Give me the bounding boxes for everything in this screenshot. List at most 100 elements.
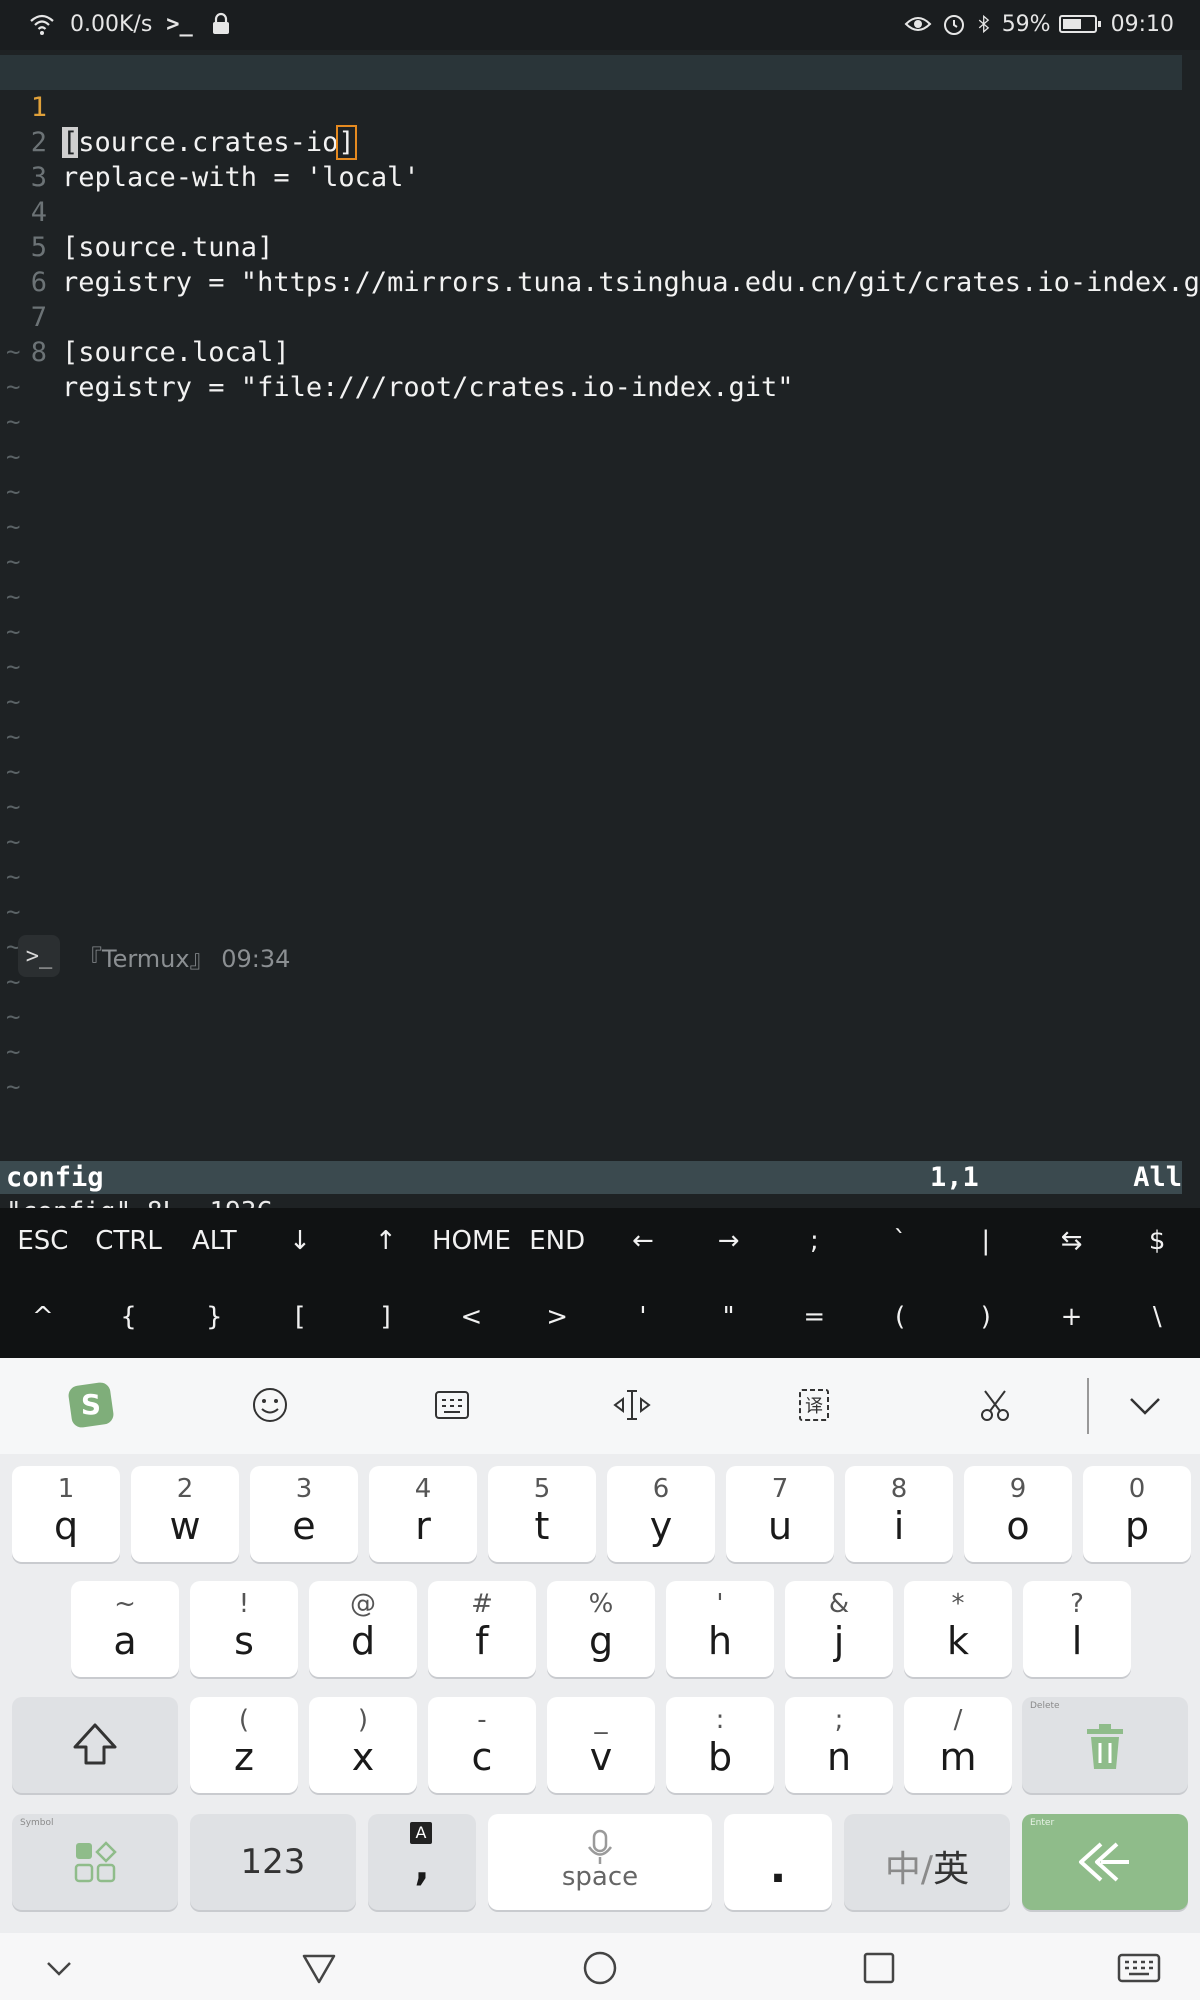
extra-key[interactable]: ↑	[343, 1226, 429, 1256]
key-secondary-label: 2	[176, 1474, 194, 1504]
extra-key[interactable]: ⇆	[1029, 1226, 1115, 1256]
key-label: s	[234, 1619, 254, 1663]
extra-key[interactable]: ]	[343, 1302, 429, 1332]
extra-key[interactable]: HOME	[429, 1226, 515, 1256]
extra-key[interactable]: )	[943, 1302, 1029, 1332]
emoji-icon[interactable]	[245, 1380, 295, 1430]
recents-icon[interactable]	[856, 1945, 902, 1991]
extra-key[interactable]: $	[1114, 1226, 1200, 1256]
letter-key[interactable]: ~ a	[71, 1581, 179, 1677]
keyboard-layout-icon[interactable]	[427, 1380, 477, 1430]
termux-notification-toast: >_ 『Termux』 09:34	[18, 933, 290, 979]
extra-key[interactable]: ↓	[257, 1226, 343, 1256]
extra-key[interactable]: "	[686, 1302, 772, 1332]
editor-line[interactable]: 7 [source.local]	[0, 265, 1182, 368]
extra-key[interactable]: <	[429, 1302, 515, 1332]
editor-line[interactable]: 8 registry = "file:///root/crates.io-ind…	[0, 300, 1182, 403]
hide-keyboard-icon[interactable]	[36, 1945, 82, 1991]
letter-key[interactable]: :b	[666, 1697, 774, 1793]
letter-key[interactable]: ' h	[666, 1581, 774, 1677]
symbol-key[interactable]: Symbol	[12, 1814, 178, 1910]
letter-key[interactable]: -c	[428, 1697, 536, 1793]
extra-key[interactable]: ^	[0, 1302, 86, 1332]
editor-line[interactable]: 4 [source.tuna]	[0, 160, 1182, 263]
comma-key[interactable]: A ,	[368, 1814, 476, 1910]
delete-key[interactable]: Delete	[1022, 1697, 1188, 1793]
language-switch-key[interactable]: 中/英	[844, 1814, 1010, 1910]
home-icon[interactable]	[577, 1945, 623, 1991]
letter-key[interactable]: 6y	[607, 1466, 715, 1562]
cursor-move-icon[interactable]	[607, 1380, 657, 1430]
letter-key[interactable]: # f	[428, 1581, 536, 1677]
letter-key[interactable]: ; n	[785, 1697, 893, 1793]
letter-key[interactable]: ! s	[190, 1581, 298, 1677]
letter-key[interactable]: 4r	[369, 1466, 477, 1562]
letter-key[interactable]: 3e	[250, 1466, 358, 1562]
letter-key[interactable]: ) x	[309, 1697, 417, 1793]
sogou-logo-icon[interactable]: S	[66, 1380, 116, 1430]
key-label: e	[292, 1504, 316, 1548]
letter-key[interactable]: * k	[904, 1581, 1012, 1677]
letter-key[interactable]: / m	[904, 1697, 1012, 1793]
extra-key[interactable]: |	[943, 1226, 1029, 1256]
letter-key[interactable]: _ v	[547, 1697, 655, 1793]
empty-line-marker: ~	[6, 1038, 21, 1066]
shift-key[interactable]	[12, 1697, 178, 1793]
extra-key[interactable]: >	[514, 1302, 600, 1332]
letter-key[interactable]: (z	[190, 1697, 298, 1793]
extra-key[interactable]: \	[1114, 1302, 1200, 1332]
letter-key[interactable]: 8i	[845, 1466, 953, 1562]
letter-key[interactable]: ? l	[1023, 1581, 1131, 1677]
extra-key[interactable]: =	[771, 1302, 857, 1332]
letter-key[interactable]: % g	[547, 1581, 655, 1677]
extra-key[interactable]: ;	[771, 1226, 857, 1256]
extra-key[interactable]: `	[857, 1226, 943, 1256]
extra-key[interactable]: +	[1029, 1302, 1115, 1332]
extra-key[interactable]: ALT	[171, 1226, 257, 1256]
line-text[interactable]: registry = "file:///root/crates.io-index…	[62, 370, 794, 405]
key-label: r	[415, 1504, 431, 1548]
extra-key[interactable]: ESC	[0, 1226, 86, 1256]
extra-key[interactable]: [	[257, 1302, 343, 1332]
extra-key[interactable]: '	[600, 1302, 686, 1332]
enter-key[interactable]: Enter	[1022, 1814, 1188, 1910]
vim-editor[interactable]: 1 [source.crates-io] 2 replace-with = 'l…	[0, 55, 1200, 1227]
back-icon[interactable]	[296, 1945, 342, 1991]
chevron-down-icon[interactable]	[1120, 1380, 1170, 1430]
editor-line[interactable]: 2 replace-with = 'local'	[0, 90, 1182, 193]
key-label: z	[234, 1735, 254, 1779]
extra-key[interactable]: →	[686, 1226, 772, 1256]
letter-key[interactable]: 0p	[1083, 1466, 1191, 1562]
letter-key[interactable]: @ d	[309, 1581, 417, 1677]
extra-key[interactable]: END	[514, 1226, 600, 1256]
editor-line[interactable]: 5 registry = "https://mirrors.tuna.tsing…	[0, 195, 1200, 298]
system-navigation-bar	[0, 1933, 1200, 2000]
letter-key[interactable]: & j	[785, 1581, 893, 1677]
extra-key[interactable]: ←	[600, 1226, 686, 1256]
space-key[interactable]: space	[488, 1814, 712, 1910]
letter-key[interactable]: 2w	[131, 1466, 239, 1562]
letter-key[interactable]: 1q	[12, 1466, 120, 1562]
letter-key[interactable]: 5t	[488, 1466, 596, 1562]
key-secondary-label: 4	[414, 1474, 432, 1504]
editor-line[interactable]: 6	[0, 230, 1182, 298]
extra-key[interactable]: (	[857, 1302, 943, 1332]
numeric-key[interactable]: 123	[190, 1814, 356, 1910]
extra-key[interactable]: CTRL	[86, 1226, 172, 1256]
key-label: j	[833, 1619, 845, 1663]
editor-line[interactable]: 3	[0, 125, 1182, 193]
letter-key[interactable]: 9o	[964, 1466, 1072, 1562]
translate-icon[interactable]: 译	[789, 1380, 839, 1430]
letter-key[interactable]: 7u	[726, 1466, 834, 1562]
extra-key[interactable]: {	[86, 1302, 172, 1332]
key-secondary-label: (	[238, 1705, 250, 1735]
scissors-icon[interactable]	[970, 1380, 1020, 1430]
statusline-position: 1,1	[930, 1162, 979, 1193]
editor-line[interactable]: 1 [source.crates-io]	[0, 55, 1182, 160]
key-secondary-label: /	[953, 1705, 963, 1735]
extra-key[interactable]: }	[171, 1302, 257, 1332]
keyboard-switch-icon[interactable]	[1116, 1945, 1162, 1991]
line-text[interactable]: [source.local]	[62, 335, 290, 370]
period-key[interactable]: .	[724, 1814, 832, 1910]
key-label: p	[1124, 1504, 1150, 1548]
